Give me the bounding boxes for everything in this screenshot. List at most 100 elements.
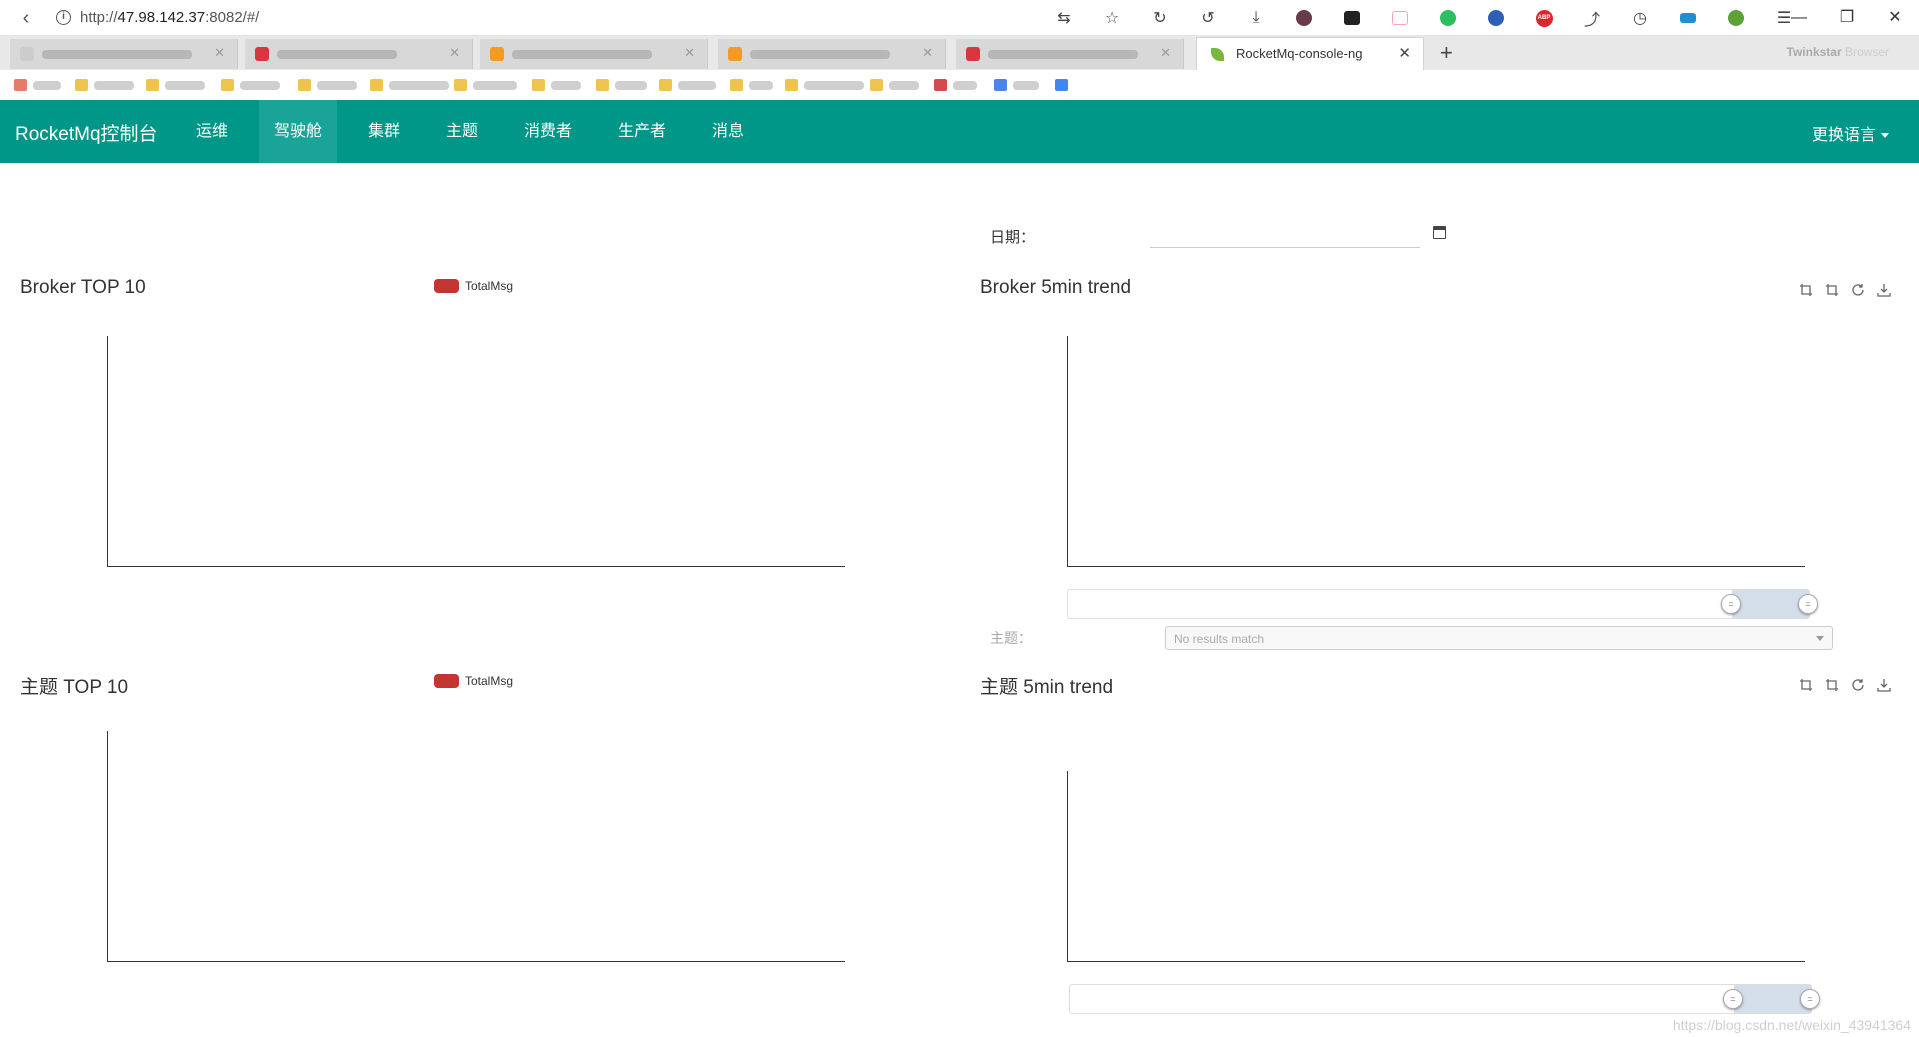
bookmark-item[interactable] — [14, 78, 61, 92]
blue-extension-icon[interactable] — [1664, 6, 1712, 30]
nav-item-cluster[interactable]: 集群 — [352, 100, 416, 163]
browser-tab[interactable]: ✕ — [10, 39, 238, 69]
close-tab-icon[interactable]: ✕ — [1398, 44, 1411, 62]
broker-top-chart-axes — [107, 336, 845, 567]
datazoom-handle-end[interactable]: = — [1798, 594, 1818, 614]
window-minimize-icon[interactable]: — — [1775, 0, 1823, 36]
bookmark-item[interactable] — [221, 78, 280, 92]
broker-trend-datazoom[interactable]: = = — [1067, 589, 1818, 619]
app-brand[interactable]: RocketMq控制台 — [15, 119, 158, 146]
window-controls: — ❐ ✕ — [1775, 0, 1919, 36]
zoom-reset-icon[interactable] — [1824, 677, 1840, 693]
url-field[interactable]: http://47.98.142.37:8082/#/ — [80, 9, 259, 26]
browser-address-bar: ‹ i http://47.98.142.37:8082/#/ ⇆ ☆ ↻ ↺ … — [0, 0, 1919, 36]
clock-extension-icon[interactable]: ◷ — [1616, 6, 1664, 30]
bookmark-item[interactable] — [454, 78, 517, 92]
url-host: 47.98.142.37 — [117, 9, 206, 26]
evernote-icon[interactable] — [1424, 6, 1472, 30]
zoom-icon[interactable] — [1798, 282, 1814, 298]
browser-brand: Twinkstar Browser — [1787, 45, 1889, 59]
bookmark-item[interactable] — [870, 78, 919, 92]
star-icon[interactable]: ☆ — [1088, 6, 1136, 30]
datazoom-handle-start[interactable]: = — [1721, 594, 1741, 614]
browser-brand-suffix: Browser — [1844, 45, 1889, 59]
bookmark-item[interactable] — [934, 78, 977, 92]
avatar-extension-icon[interactable] — [1280, 6, 1328, 30]
topic-trend-toolbox — [1798, 677, 1892, 693]
bookmark-item[interactable] — [532, 78, 581, 92]
broker-top-title: Broker TOP 10 — [20, 277, 146, 298]
legend-label: TotalMsg — [465, 279, 514, 293]
bookmark-item[interactable] — [370, 78, 449, 92]
calendar-icon[interactable] — [1433, 226, 1446, 239]
datazoom-handle-start[interactable]: = — [1723, 989, 1743, 1009]
save-image-icon[interactable] — [1876, 677, 1892, 693]
topic-trend-datazoom[interactable]: = = — [1069, 984, 1820, 1014]
watermark: https://blog.csdn.net/weixin_43941364 — [1672, 1017, 1911, 1033]
zoom-reset-icon[interactable] — [1824, 282, 1840, 298]
download-icon[interactable]: ⤓ — [1232, 6, 1280, 30]
nav-item-producer[interactable]: 生产者 — [602, 100, 682, 163]
bookmark-item[interactable] — [146, 78, 205, 92]
restore-icon[interactable] — [1850, 282, 1866, 298]
sync-icon[interactable]: ↻ — [1136, 6, 1184, 30]
bookmarks-bar — [0, 70, 1919, 100]
new-tab-icon[interactable]: + — [1440, 40, 1453, 66]
nav-item-dashboard[interactable]: 驾驶舱 — [259, 100, 337, 163]
chevron-down-icon — [1816, 636, 1824, 641]
chart-extension-icon[interactable]: ⤴ — [1568, 6, 1616, 30]
browser-toolbar: ⇆ ☆ ↻ ↺ ⤓ ABP ⤴ ◷ ☰ — [1040, 6, 1808, 30]
zoom-icon[interactable] — [1798, 677, 1814, 693]
language-dropdown[interactable]: 更换语言 — [1812, 121, 1889, 145]
datazoom-handle-end[interactable]: = — [1800, 989, 1820, 1009]
nav-item-ops[interactable]: 运维 — [180, 100, 244, 163]
leaf-extension-icon[interactable] — [1712, 6, 1760, 30]
window-close-icon[interactable]: ✕ — [1871, 0, 1919, 36]
browser-tab[interactable]: ✕ — [956, 39, 1184, 69]
bookmark-item[interactable] — [785, 78, 864, 92]
info-icon[interactable]: i — [56, 10, 71, 25]
app-navbar: RocketMq控制台 运维 驾驶舱 集群 主题 消费者 生产者 消息 更换语言 — [0, 100, 1919, 163]
bookmark-item[interactable] — [75, 78, 134, 92]
translate-icon[interactable]: ⇆ — [1040, 6, 1088, 30]
topic-select[interactable]: No results match — [1165, 626, 1833, 650]
browser-tab[interactable]: ✕ — [480, 39, 708, 69]
restore-icon[interactable] — [1850, 677, 1866, 693]
bookmark-item[interactable] — [1055, 78, 1068, 92]
broker-top-legend[interactable]: TotalMsg — [434, 279, 513, 293]
nav-item-message[interactable]: 消息 — [696, 100, 760, 163]
url-rest: :8082/#/ — [205, 9, 260, 26]
bookmark-item[interactable] — [994, 78, 1039, 92]
cat-extension-icon[interactable] — [1376, 6, 1424, 30]
browser-tab[interactable]: ✕ — [245, 39, 473, 69]
back-icon[interactable]: ‹ — [14, 6, 38, 30]
adblock-icon[interactable]: ABP — [1520, 6, 1568, 30]
bookmark-item[interactable] — [730, 78, 773, 92]
browser-tab-strip: ✕ ✕ ✕ ✕ ✕ RocketMq-console-ng ✕ + Twinks… — [0, 36, 1919, 70]
broker-trend-title: Broker 5min trend — [980, 277, 1132, 298]
date-label: 日期： — [990, 229, 1036, 246]
caret-down-icon — [1881, 133, 1889, 139]
date-input[interactable] — [1150, 222, 1420, 248]
window-restore-icon[interactable]: ❐ — [1823, 0, 1871, 36]
broker-trend-toolbox — [1798, 282, 1892, 298]
extension-icon[interactable] — [1328, 6, 1376, 30]
topic-trend-title: 主题 5min trend — [980, 677, 1114, 698]
bookmark-item[interactable] — [596, 78, 647, 92]
nav-item-topic[interactable]: 主题 — [430, 100, 494, 163]
history-icon[interactable]: ↺ — [1184, 6, 1232, 30]
nav-item-consumer[interactable]: 消费者 — [508, 100, 588, 163]
topic-top-legend[interactable]: TotalMsg — [434, 674, 513, 688]
legend-label: TotalMsg — [465, 674, 514, 688]
save-image-icon[interactable] — [1876, 282, 1892, 298]
url-prefix: http:// — [80, 9, 118, 26]
topic-select-placeholder: No results match — [1174, 632, 1265, 646]
browser-tab[interactable]: ✕ — [718, 39, 946, 69]
bookmark-item[interactable] — [659, 78, 716, 92]
topic-label: 主题： — [990, 630, 1032, 646]
bookmark-item[interactable] — [298, 78, 357, 92]
topic-trend-chart-axes — [1067, 771, 1805, 962]
active-browser-tab[interactable]: RocketMq-console-ng ✕ — [1196, 37, 1424, 70]
globe-extension-icon[interactable] — [1472, 6, 1520, 30]
browser-brand-name: Twinkstar — [1786, 45, 1842, 59]
